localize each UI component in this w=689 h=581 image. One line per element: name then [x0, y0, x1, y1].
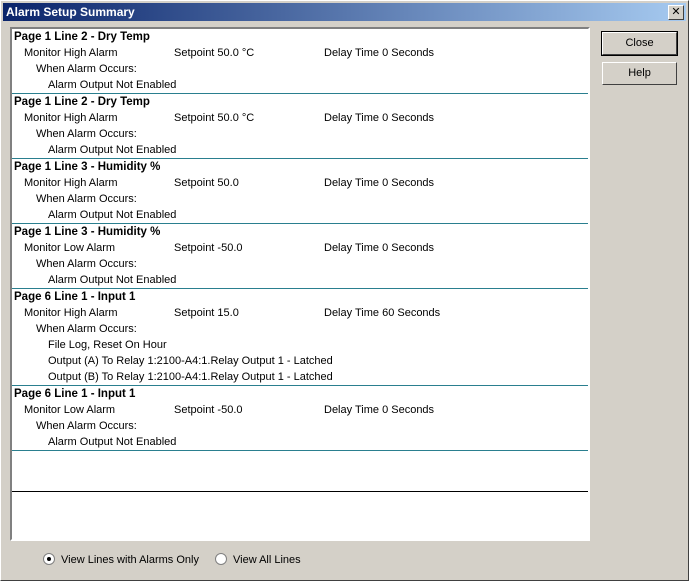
- when-alarm-occurs: When Alarm Occurs:: [36, 63, 137, 75]
- monitor-type: Monitor Low Alarm: [24, 242, 116, 254]
- alarm-action: Alarm Output Not Enabled: [48, 274, 177, 286]
- monitor-row: Monitor Low Alarm Setpoint -50.0 Delay Tim…: [12, 402, 588, 418]
- alarm-section: Page 1 Line 2 - Dry Temp Monitor High Ala…: [12, 29, 588, 94]
- section-heading: Page 1 Line 2 - Dry Temp: [14, 96, 150, 108]
- alarm-action: Output (A) To Relay 1:2100-A4:1.Relay Ou…: [48, 355, 333, 367]
- alarm-summary-content: Page 1 Line 2 - Dry Temp Monitor High Ala…: [12, 29, 588, 492]
- monitor-row: Monitor Low Alarm Setpoint -50.0 Delay Tim…: [12, 240, 588, 256]
- monitor-row: Monitor High Alarm Setpoint 50.0 °C Delay …: [12, 45, 588, 61]
- view-options: View Lines with Alarms Only View All Lin…: [43, 553, 301, 566]
- delay-time: Delay Time 0 Seconds: [324, 242, 435, 254]
- monitor-type: Monitor High Alarm: [24, 112, 118, 124]
- alarm-action: Alarm Output Not Enabled: [48, 144, 177, 156]
- alarm-section: Page 1 Line 2 - Dry Temp Monitor High Ala…: [12, 94, 588, 159]
- close-icon[interactable]: ✕: [668, 5, 684, 20]
- section-heading: Page 1 Line 3 - Humidity %: [14, 226, 161, 238]
- setpoint: Setpoint 50.0: [174, 177, 239, 189]
- monitor-row: Monitor High Alarm Setpoint 50.0 °C Delay …: [12, 110, 588, 126]
- alarm-section: Page 1 Line 3 - Humidity % Monitor High A…: [12, 159, 588, 224]
- alarm-action: Alarm Output Not Enabled: [48, 79, 177, 91]
- setpoint: Setpoint 50.0 °C: [174, 112, 255, 124]
- when-alarm-occurs: When Alarm Occurs:: [36, 420, 137, 432]
- radio-all-lines-label[interactable]: View All Lines: [233, 554, 301, 566]
- section-heading: Page 6 Line 1 - Input 1: [14, 388, 136, 400]
- monitor-type: Monitor High Alarm: [24, 177, 118, 189]
- monitor-row: Monitor High Alarm Setpoint 15.0 Delay Tim…: [12, 305, 588, 321]
- monitor-row: Monitor High Alarm Setpoint 50.0 Delay Tim…: [12, 175, 588, 191]
- radio-alarms-only[interactable]: View Lines with Alarms Only: [43, 553, 199, 566]
- alarm-action: File Log, Reset On Hour: [48, 339, 167, 351]
- alarm-summary-list[interactable]: Page 1 Line 2 - Dry Temp Monitor High Ala…: [10, 27, 590, 541]
- title-bar: Alarm Setup Summary ✕: [3, 3, 686, 21]
- when-alarm-occurs: When Alarm Occurs:: [36, 258, 137, 270]
- window-title: Alarm Setup Summary: [6, 5, 135, 19]
- radio-all-lines[interactable]: View All Lines: [215, 553, 301, 566]
- delay-time: Delay Time 60 Seconds: [324, 307, 441, 319]
- section-heading: Page 6 Line 1 - Input 1: [14, 291, 136, 303]
- radio-unselected-icon[interactable]: [215, 553, 227, 565]
- delay-time: Delay Time 0 Seconds: [324, 47, 435, 59]
- alarm-action: Alarm Output Not Enabled: [48, 209, 177, 221]
- delay-time: Delay Time 0 Seconds: [324, 177, 435, 189]
- monitor-type: Monitor High Alarm: [24, 307, 118, 319]
- when-alarm-occurs: When Alarm Occurs:: [36, 323, 137, 335]
- section-heading: Page 1 Line 3 - Humidity %: [14, 161, 161, 173]
- setpoint: Setpoint -50.0: [174, 242, 243, 254]
- delay-time: Delay Time 0 Seconds: [324, 112, 435, 124]
- when-alarm-occurs: When Alarm Occurs:: [36, 193, 137, 205]
- alarm-section: Page 1 Line 3 - Humidity % Monitor Low Al…: [12, 224, 588, 289]
- alarm-action: Alarm Output Not Enabled: [48, 436, 177, 448]
- alarm-section: Page 6 Line 1 - Input 1 Monitor High Alar…: [12, 289, 588, 386]
- monitor-type: Monitor Low Alarm: [24, 404, 116, 416]
- alarm-action: Output (B) To Relay 1:2100-A4:1.Relay Ou…: [48, 371, 333, 383]
- setpoint: Setpoint -50.0: [174, 404, 243, 416]
- help-button[interactable]: Help: [602, 62, 677, 85]
- alarm-section: Page 6 Line 1 - Input 1 Monitor Low Alarm…: [12, 386, 588, 451]
- when-alarm-occurs: When Alarm Occurs:: [36, 128, 137, 140]
- radio-alarms-only-label[interactable]: View Lines with Alarms Only: [61, 554, 199, 566]
- radio-selected-icon[interactable]: [43, 553, 55, 565]
- close-button[interactable]: Close: [601, 31, 678, 56]
- delay-time: Delay Time 0 Seconds: [324, 404, 435, 416]
- section-heading: Page 1 Line 2 - Dry Temp: [14, 31, 150, 43]
- setpoint: Setpoint 15.0: [174, 307, 239, 319]
- alarm-setup-dialog: Alarm Setup Summary ✕ Page 1 Line 2 - Dr…: [0, 0, 689, 581]
- setpoint: Setpoint 50.0 °C: [174, 47, 255, 59]
- monitor-type: Monitor High Alarm: [24, 47, 118, 59]
